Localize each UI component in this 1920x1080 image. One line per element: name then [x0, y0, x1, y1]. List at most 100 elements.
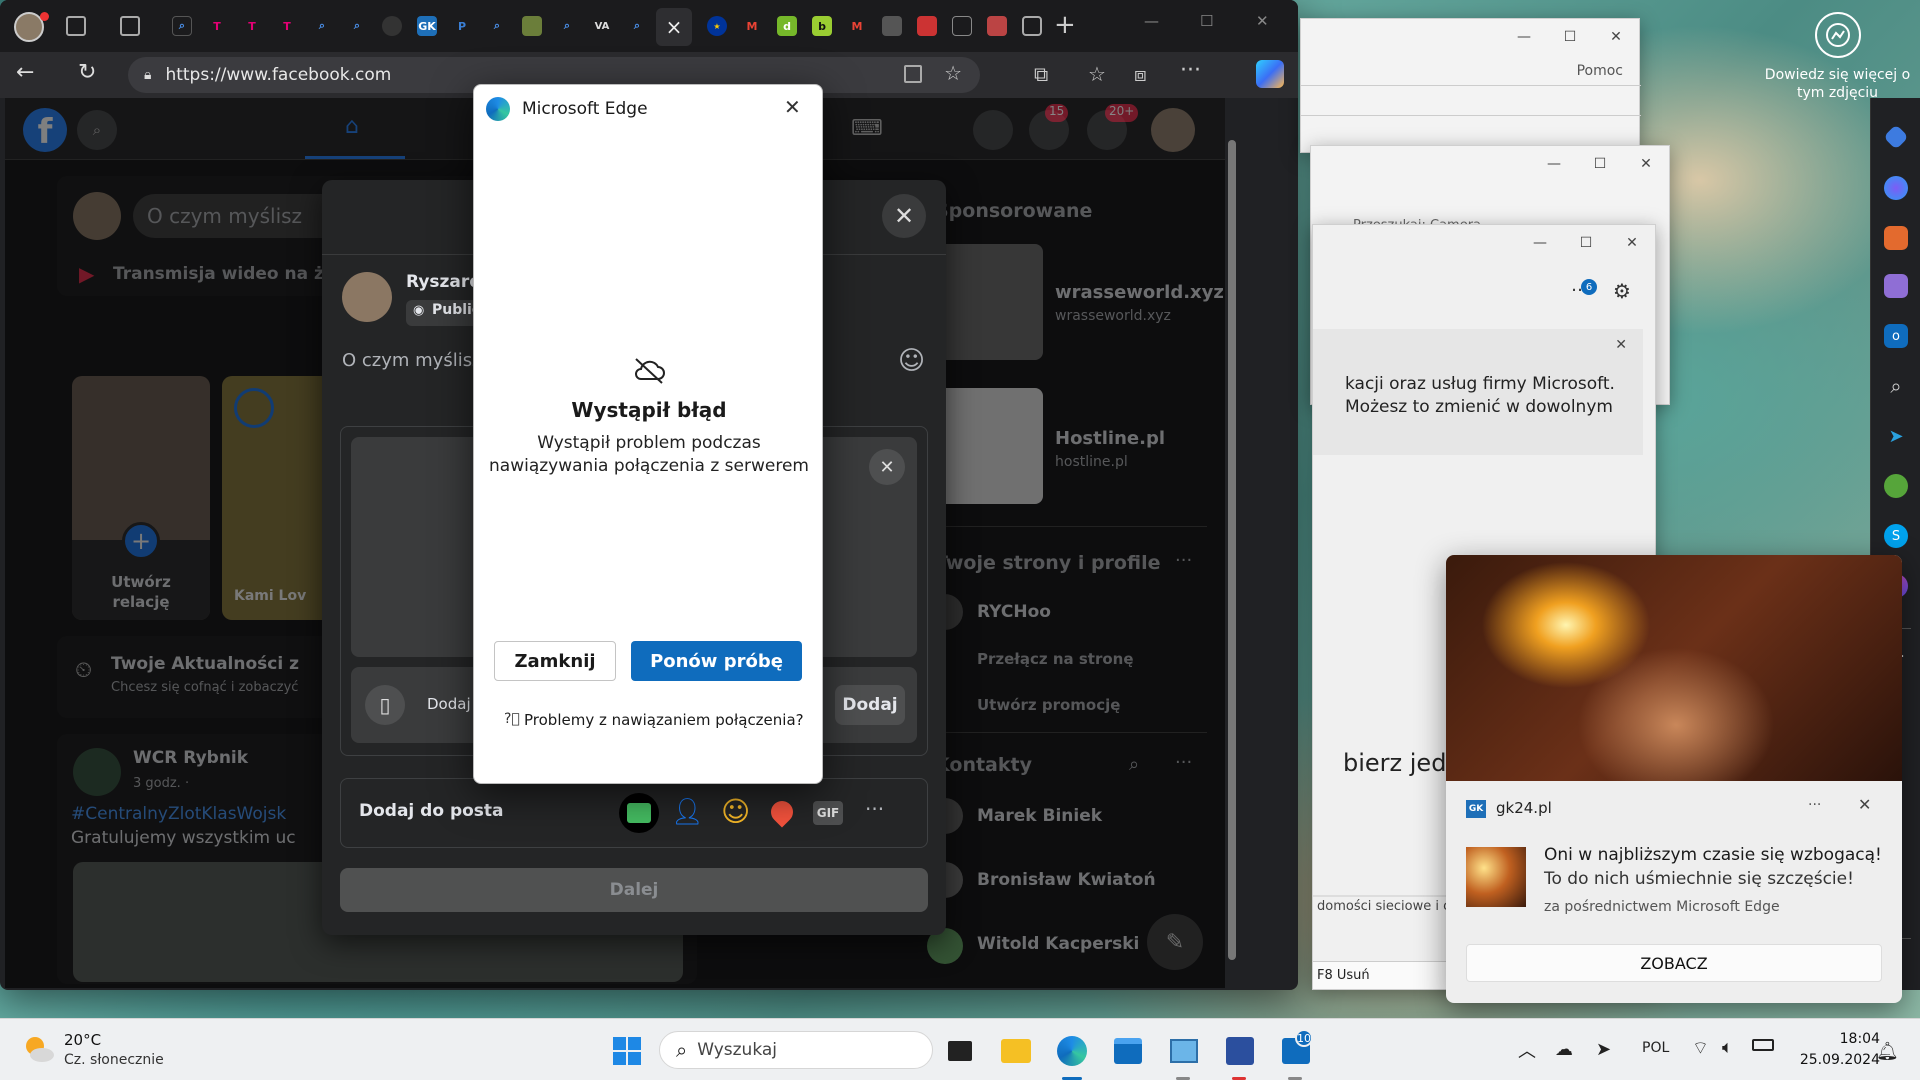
fb-gaming-icon[interactable]: ⌨: [851, 116, 883, 141]
location-arrow-icon[interactable]: ➤: [1596, 1039, 1611, 1060]
app-available-icon[interactable]: [904, 65, 922, 83]
gif-icon[interactable]: GIF: [813, 801, 843, 825]
tab-site-icon[interactable]: [987, 16, 1007, 36]
maximize-icon[interactable]: ☐: [1563, 225, 1609, 261]
notification-more-icon[interactable]: ···: [1808, 797, 1821, 813]
photo-video-icon[interactable]: [619, 793, 659, 833]
onedrive-icon[interactable]: ☁: [1555, 1039, 1573, 1060]
close-window-icon[interactable]: ✕: [1256, 12, 1269, 30]
pages-more-icon[interactable]: ···: [1175, 550, 1192, 571]
tab-site-icon[interactable]: P: [452, 16, 472, 36]
retry-button[interactable]: Ponów próbę: [631, 641, 802, 681]
tab-eu-icon[interactable]: ★: [707, 16, 727, 36]
favorite-star-icon[interactable]: ☆: [944, 61, 962, 85]
next-button[interactable]: Dalej: [340, 868, 928, 912]
switch-page-link[interactable]: Przełącz na stronę: [977, 650, 1134, 668]
tab-site-icon[interactable]: [382, 16, 402, 36]
clock-date[interactable]: 25.09.2024: [1790, 1052, 1880, 1068]
new-message-icon[interactable]: ✎: [1147, 914, 1203, 970]
notification-close-icon[interactable]: ✕: [1858, 795, 1871, 814]
save-app-icon[interactable]: [1224, 1035, 1256, 1067]
post-author[interactable]: WCR Rybnik: [133, 748, 248, 768]
feeling-icon[interactable]: ☺: [721, 795, 750, 828]
more-options-icon[interactable]: ···: [865, 797, 884, 821]
add-from-mobile-button[interactable]: Dodaj: [835, 685, 905, 725]
tab-site-icon[interactable]: [1022, 16, 1042, 36]
tab-search-icon[interactable]: ⌕: [627, 16, 647, 36]
post-author-avatar[interactable]: [73, 748, 121, 796]
ad1-title[interactable]: wrasseworld.xyz: [1055, 282, 1224, 303]
dialog-close-icon[interactable]: ✕: [784, 95, 801, 119]
tab-site-icon[interactable]: [952, 16, 972, 36]
remove-media-icon[interactable]: ✕: [869, 449, 905, 485]
weather-icon[interactable]: [22, 1033, 56, 1067]
minimize-icon[interactable]: —: [1144, 12, 1159, 30]
back-icon[interactable]: ←: [16, 60, 34, 85]
tab-site-icon[interactable]: [882, 16, 902, 36]
collections-icon[interactable]: ⧈: [1134, 62, 1147, 86]
copilot-icon[interactable]: [1256, 60, 1284, 88]
emoji-icon[interactable]: ☺: [898, 346, 925, 376]
tab-b-icon[interactable]: b: [812, 16, 832, 36]
file-explorer-icon[interactable]: [1000, 1035, 1032, 1067]
tab-gk-icon[interactable]: GK: [417, 16, 437, 36]
minimize-icon[interactable]: —: [1517, 225, 1563, 261]
control-panel-icon[interactable]: [1168, 1035, 1200, 1067]
help-menu[interactable]: Pomoc: [1577, 63, 1623, 79]
tab-search-icon[interactable]: ⌕: [557, 16, 577, 36]
tab-search-icon[interactable]: ⌕: [312, 16, 332, 36]
close-icon[interactable]: ✕: [1609, 225, 1655, 261]
contact-3[interactable]: Witold Kacperski: [977, 934, 1139, 954]
tab-site-icon[interactable]: [917, 16, 937, 36]
close-notice-icon[interactable]: ✕: [1615, 337, 1627, 353]
tab-search-icon[interactable]: ⌕: [347, 16, 367, 36]
contacts-more-icon[interactable]: ···: [1175, 752, 1192, 773]
fb-home-icon[interactable]: ⌂: [345, 114, 359, 139]
volume-icon[interactable]: 🔈︎: [1722, 1037, 1733, 1058]
desktop-photo-info[interactable]: Dowiedz się więcej o tym zdjęciu: [1760, 12, 1915, 102]
wifi-icon[interactable]: ⌔: [1692, 1037, 1709, 1060]
language-indicator[interactable]: POL: [1642, 1040, 1669, 1056]
show-hidden-icons[interactable]: ︿: [1518, 1037, 1536, 1063]
page-scrollbar[interactable]: [1226, 110, 1238, 980]
fb-menu-icon[interactable]: [973, 110, 1013, 150]
create-story-card[interactable]: + Utwórz relację: [72, 376, 210, 620]
tag-people-icon[interactable]: 👤︎: [671, 797, 704, 827]
ad2-title[interactable]: Hostline.pl: [1055, 428, 1165, 449]
tab-d-icon[interactable]: d: [777, 16, 797, 36]
extensions-icon[interactable]: ⧉: [1034, 62, 1048, 86]
refresh-icon[interactable]: ↻: [78, 60, 96, 85]
maximize-icon[interactable]: ☐: [1577, 146, 1623, 182]
weather-temp[interactable]: 20°C: [64, 1031, 101, 1049]
fb-search-icon[interactable]: ⌕: [77, 110, 117, 150]
maximize-icon[interactable]: ☐: [1200, 12, 1213, 30]
create-promo-link[interactable]: Utwórz promocję: [977, 696, 1120, 714]
lock-icon[interactable]: 🔒︎: [144, 67, 151, 83]
minimize-icon[interactable]: —: [1531, 146, 1577, 182]
active-tab-close-icon[interactable]: ×: [656, 8, 692, 46]
edge-notification[interactable]: GK gk24.pl ··· ✕ Oni w najbliższym czasi…: [1446, 555, 1902, 1003]
close-icon[interactable]: ✕: [1623, 146, 1669, 182]
clock-time[interactable]: 18:04: [1790, 1031, 1880, 1047]
favorites-icon[interactable]: ☆: [1088, 62, 1106, 86]
notification-action-button[interactable]: ZOBACZ: [1466, 944, 1882, 982]
background-window-1[interactable]: — ☐ ✕ Pomoc: [1300, 18, 1641, 153]
task-view-icon[interactable]: [944, 1035, 976, 1067]
location-icon[interactable]: [766, 796, 798, 828]
fb-account-avatar[interactable]: [1151, 108, 1195, 152]
battery-icon[interactable]: [1752, 1039, 1774, 1051]
modal-close-icon[interactable]: ✕: [882, 194, 926, 238]
tab-telekom-icon[interactable]: T: [242, 16, 262, 36]
connection-help-link[interactable]: Problemy z nawiązaniem połączenia?: [524, 711, 804, 729]
tab-telekom-icon[interactable]: T: [277, 16, 297, 36]
contacts-search-icon[interactable]: ⌕: [1129, 754, 1139, 775]
close-icon[interactable]: ✕: [1593, 19, 1639, 55]
tab-search-icon[interactable]: ⌕: [172, 16, 192, 36]
tab-va-icon[interactable]: VA: [592, 16, 612, 36]
tab-telekom-icon[interactable]: T: [207, 16, 227, 36]
contact-1[interactable]: Marek Biniek: [977, 806, 1102, 826]
workspaces-icon[interactable]: [66, 16, 86, 36]
new-tab-icon[interactable]: +: [1054, 10, 1076, 40]
notifications-bell-icon[interactable]: 🔔︎: [1876, 1041, 1899, 1062]
tab-actions-icon[interactable]: [120, 16, 140, 36]
